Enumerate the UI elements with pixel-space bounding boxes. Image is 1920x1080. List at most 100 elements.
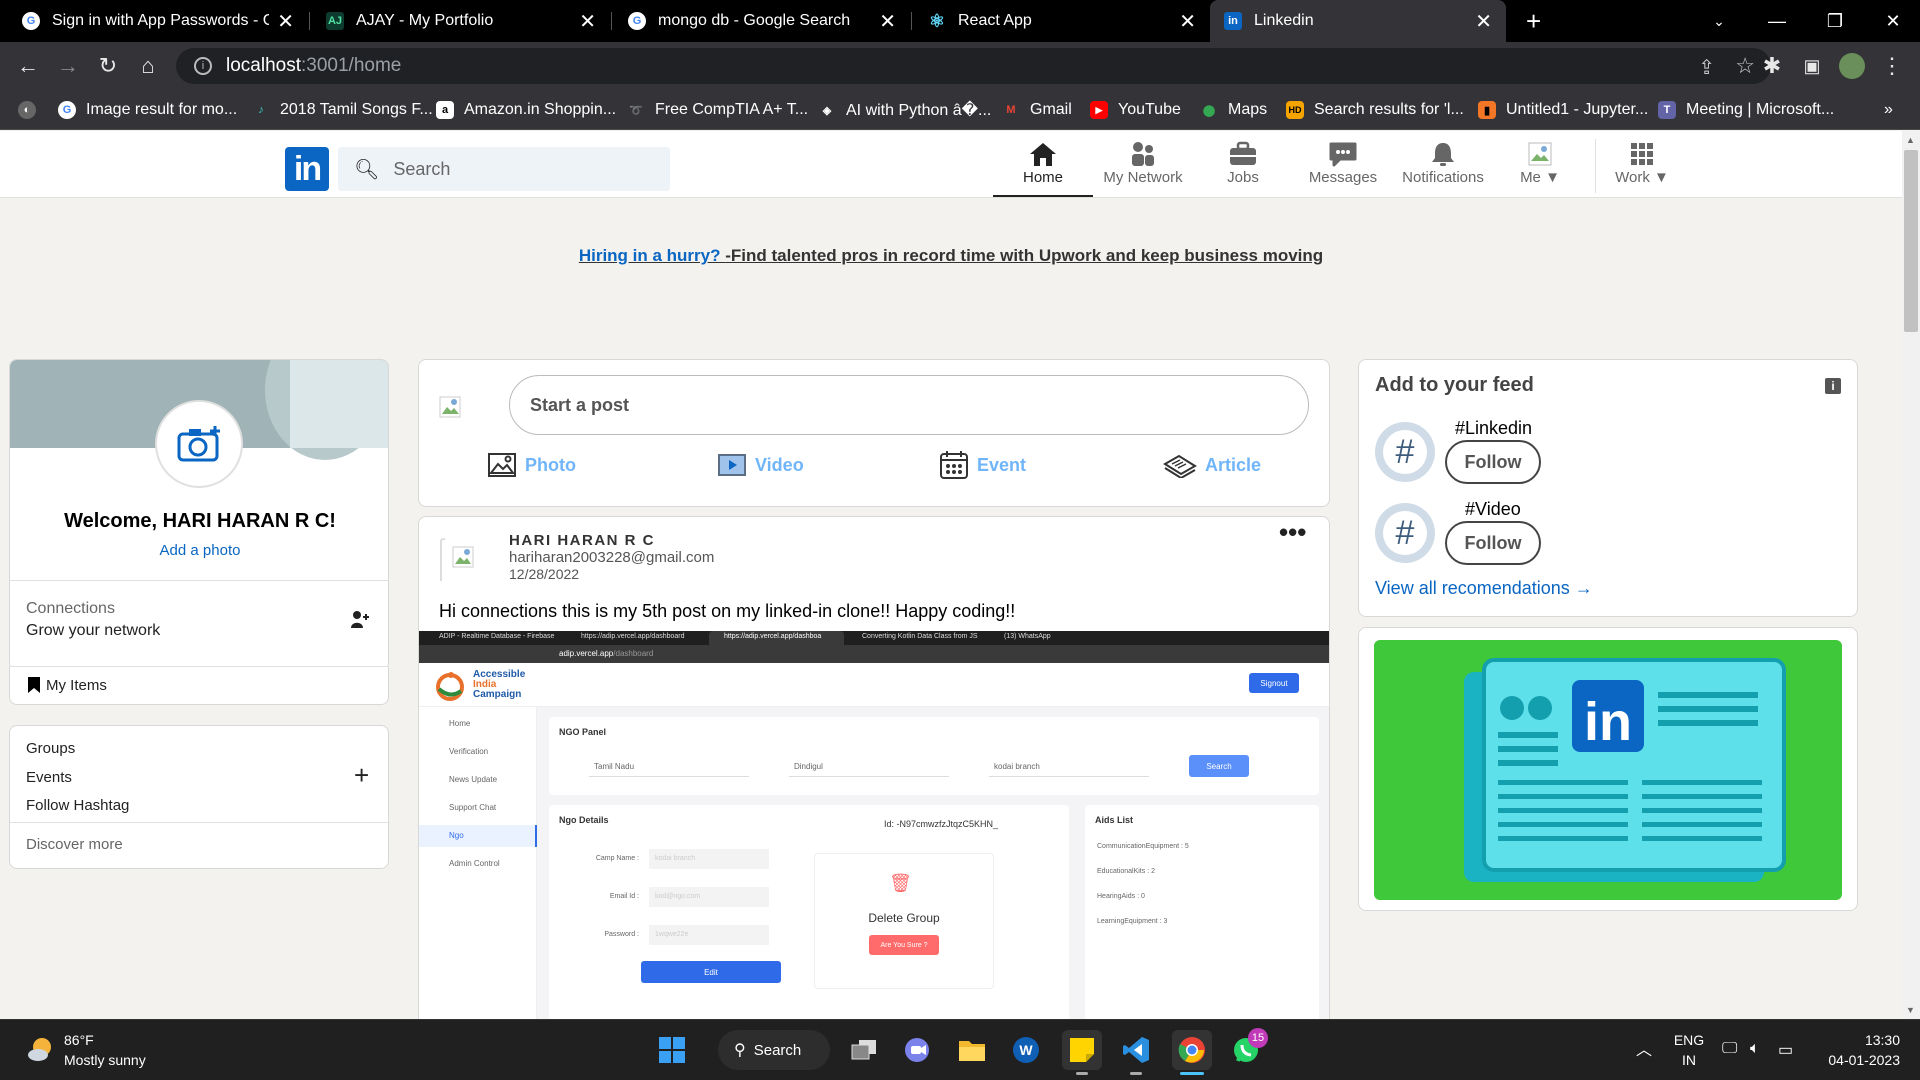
browser-tab[interactable]: G mongo db - Google Search ✕ — [614, 0, 910, 42]
notification-badge: 15 — [1248, 1028, 1268, 1048]
reload-icon[interactable]: ↻ — [94, 52, 122, 80]
back-icon[interactable]: ← — [14, 52, 42, 80]
follow-button[interactable]: Follow — [1445, 440, 1541, 484]
site-info-icon[interactable]: i — [194, 57, 212, 75]
browser-tab[interactable]: AJ AJAY - My Portfolio ✕ — [312, 0, 610, 42]
nav-my-network[interactable]: My Network — [1093, 139, 1193, 197]
post-more-icon[interactable]: ••• — [1279, 517, 1306, 548]
bookmark-star-icon[interactable]: ☆ — [1735, 53, 1755, 79]
my-items-card[interactable]: My Items — [9, 667, 389, 705]
linkedin-logo[interactable]: in — [285, 147, 329, 191]
maximize-button[interactable]: ❐ — [1806, 0, 1864, 42]
home-icon — [1029, 139, 1057, 169]
scrollbar-thumb[interactable] — [1904, 150, 1918, 332]
nav-me[interactable]: Me ▼ — [1500, 139, 1580, 197]
photo-icon — [487, 452, 517, 478]
apps-icon[interactable]: ◐ — [18, 90, 46, 130]
weather-desc[interactable]: Mostly sunny — [64, 1052, 146, 1068]
sticky-notes-icon[interactable] — [1062, 1030, 1102, 1070]
browser-tab[interactable]: ⚛ React App ✕ — [914, 0, 1210, 42]
photo-button[interactable]: Photo — [487, 445, 576, 485]
events-link[interactable]: Events — [26, 769, 72, 786]
nav-notifications[interactable]: Notifications — [1393, 139, 1493, 197]
add-connection-icon[interactable] — [350, 610, 370, 635]
region-indicator[interactable]: IN — [1672, 1052, 1706, 1068]
add-event-icon[interactable]: + — [354, 760, 369, 791]
add-photo-link[interactable]: Add a photo — [10, 542, 388, 559]
follow-button[interactable]: Follow — [1445, 521, 1541, 565]
side-panel-icon[interactable]: ▣ — [1798, 52, 1826, 80]
bookmark-item[interactable]: G Image result for mo... — [58, 90, 237, 130]
windows-start-icon[interactable] — [652, 1030, 692, 1070]
minimize-button[interactable]: — — [1748, 0, 1806, 42]
discover-more-link[interactable]: Discover more — [26, 836, 123, 853]
bookmark-item[interactable]: T Meeting | Microsoft... — [1658, 90, 1834, 130]
task-view-icon[interactable] — [844, 1030, 884, 1070]
teams-chat-icon[interactable] — [898, 1030, 938, 1070]
weather-temp[interactable]: 86°F — [64, 1032, 94, 1048]
file-explorer-icon[interactable] — [952, 1030, 992, 1070]
groups-link[interactable]: Groups — [26, 740, 75, 757]
weather-icon[interactable] — [26, 1034, 56, 1064]
menu-icon[interactable]: ⋮ — [1878, 52, 1906, 80]
network-icon[interactable]: 🖵︎ — [1722, 1040, 1737, 1058]
article-button[interactable]: Article — [1163, 445, 1261, 485]
close-tab-icon[interactable]: ✕ — [277, 9, 294, 34]
bookmark-item[interactable]: M Gmail — [1002, 90, 1071, 130]
nav-messages[interactable]: Messages — [1293, 139, 1393, 197]
photo-app-icon[interactable]: W — [1006, 1030, 1046, 1070]
promo-banner[interactable]: Hiring in a hurry? -Find talented pros i… — [0, 246, 1902, 266]
close-tab-icon[interactable]: ✕ — [879, 9, 896, 34]
taskbar-search[interactable]: ⚲ Search — [718, 1030, 830, 1070]
bookmark-item[interactable]: a Amazon.in Shoppin... — [436, 90, 616, 130]
react-icon: ⚛ — [928, 10, 946, 31]
hashtag-label: #Linkedin — [1455, 418, 1533, 438]
search-input[interactable]: 🔍︎ Search — [338, 147, 670, 191]
chevron-up-icon[interactable]: ︿ — [1636, 1036, 1652, 1060]
linkedin-news-illustration[interactable]: in — [1374, 640, 1842, 900]
new-tab-button[interactable]: + — [1512, 0, 1552, 42]
bookmark-item[interactable]: HD Search results for 'l... — [1286, 90, 1464, 130]
vscode-icon[interactable] — [1116, 1030, 1156, 1070]
bookmark-item[interactable]: ◈ AI with Python â�... — [818, 90, 992, 130]
home-icon[interactable]: ⌂ — [134, 52, 162, 80]
video-button[interactable]: Video — [717, 445, 804, 485]
nav-work[interactable]: Work ▼ — [1602, 139, 1682, 197]
post-author-name[interactable]: HARI HARAN R C — [509, 532, 655, 549]
bookmark-item[interactable]: ♪ 2018 Tamil Songs F... — [252, 90, 432, 130]
info-icon[interactable]: i — [1825, 378, 1841, 394]
browser-tab-active[interactable]: in Linkedin ✕ — [1210, 0, 1506, 42]
bookmark-item[interactable]: ➰ Free CompTIA A+ T... — [627, 90, 808, 130]
close-tab-icon[interactable]: ✕ — [579, 9, 596, 34]
chrome-icon[interactable] — [1172, 1030, 1212, 1070]
profile-avatar[interactable] — [1838, 52, 1866, 80]
post-image[interactable]: ADIP - Realtime Database - Firebase http… — [419, 631, 1329, 1019]
battery-icon[interactable]: ▭ — [1778, 1040, 1793, 1060]
address-bar[interactable]: i localhost:3001/home ⇪ ☆ — [176, 48, 1771, 84]
grow-network-link[interactable]: Grow your network — [26, 622, 160, 640]
follow-hashtag-link[interactable]: Follow Hashtag — [26, 797, 129, 814]
bookmark-item[interactable]: ▮ Untitled1 - Jupyter... — [1478, 90, 1648, 130]
clock-time[interactable]: 13:30 — [1810, 1032, 1900, 1048]
forward-icon[interactable]: → — [54, 52, 82, 80]
close-tab-icon[interactable]: ✕ — [1179, 9, 1196, 34]
share-icon[interactable]: ⇪ — [1698, 55, 1715, 80]
start-post-input[interactable]: Start a post — [509, 375, 1309, 435]
browser-tab[interactable]: G Sign in with App Passwords - Gm ✕ — [8, 0, 308, 42]
clock-date[interactable]: 04-01-2023 — [1810, 1052, 1900, 1068]
chevron-down-icon: ▼ — [1545, 169, 1560, 186]
close-tab-icon[interactable]: ✕ — [1475, 9, 1492, 34]
tab-search-icon[interactable]: ⌄ — [1690, 0, 1748, 42]
bookmark-item[interactable]: ⬤ Maps — [1200, 90, 1267, 130]
extensions-icon[interactable]: ✱ — [1758, 52, 1786, 80]
nav-jobs[interactable]: Jobs — [1193, 139, 1293, 197]
nav-home[interactable]: Home — [993, 139, 1093, 197]
close-window-button[interactable]: ✕ — [1864, 0, 1920, 42]
language-indicator[interactable]: ENG — [1672, 1032, 1706, 1048]
bookmark-item[interactable]: ▶ YouTube — [1090, 90, 1181, 130]
view-all-recommendations-link[interactable]: View all recomendations → — [1375, 578, 1593, 599]
add-photo-button[interactable] — [155, 400, 243, 488]
event-button[interactable]: Event — [939, 445, 1026, 485]
more-bookmarks-icon[interactable]: » — [1884, 90, 1893, 130]
volume-icon[interactable]: 🔈︎ — [1750, 1040, 1760, 1058]
